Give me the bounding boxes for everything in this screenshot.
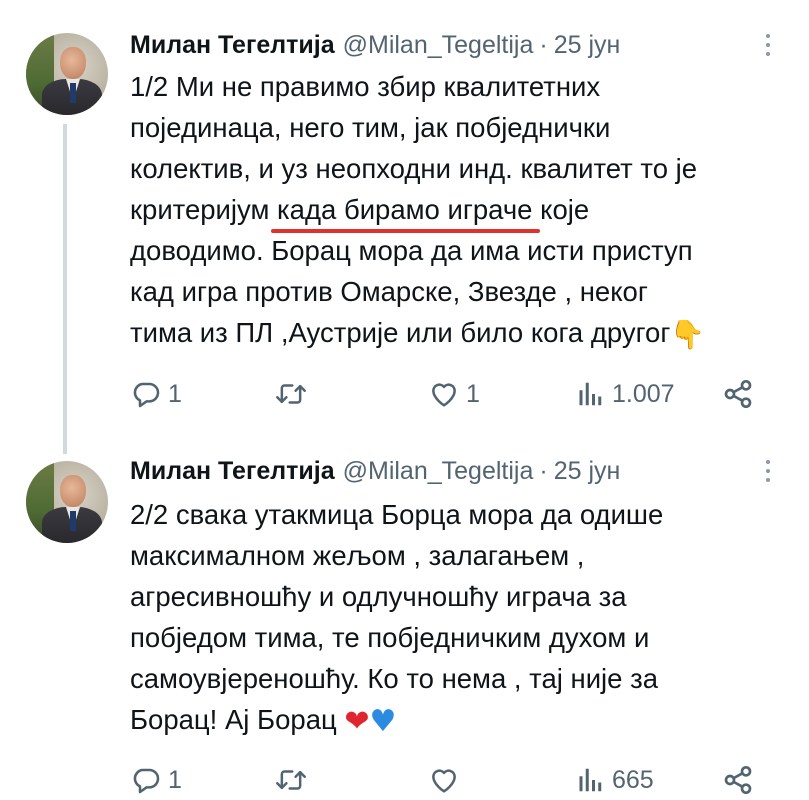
tweet-text-line: тима из ПЛ ,Аустрије или било кога друго… [130, 312, 790, 355]
share-button[interactable] [722, 374, 754, 414]
text-segment: које [532, 194, 590, 225]
tweet-text-line: 1/2 Ми не правимо збир квалитетних [130, 71, 601, 102]
like-button[interactable]: 1 [428, 374, 480, 414]
pointing-down-emoji-icon: 👇 [670, 318, 706, 352]
tweet-text-line: побједом тима, те побједничким духом и [130, 622, 650, 653]
author-name[interactable]: Милан Тегелтија [130, 31, 335, 60]
blue-heart-emoji-icon: ♥ [369, 704, 397, 740]
author-name[interactable]: Милан Тегелтија [130, 457, 335, 486]
retweet-button[interactable] [274, 374, 314, 414]
view-count: 665 [612, 765, 654, 794]
more-icon[interactable] [758, 30, 778, 60]
text-segment: Борац! Ај Борац [130, 704, 345, 735]
tweet-text-line: Борац! Ај Борац ❤♥ [130, 699, 790, 742]
views-icon [579, 768, 602, 792]
reply-icon [133, 382, 160, 408]
tweet-header: Милан Тегелтија @Milan_Tegeltija · 25 ју… [130, 28, 620, 62]
like-icon [432, 769, 456, 793]
timeline: Милан Тегелтија @Milan_Tegeltija · 25 ју… [0, 0, 809, 800]
separator-dot: · [539, 456, 548, 485]
separator-dot: · [539, 30, 548, 59]
tweet-text-line: кад игра против Омарске, Звезде , неког [130, 276, 648, 307]
share-icon [724, 380, 752, 408]
views-icon [579, 382, 602, 406]
tweet-text-line: самоувјереношћу. Ко то нема , тај није з… [130, 663, 659, 694]
avatar[interactable] [26, 33, 108, 115]
text-segment: тима из ПЛ ,Аустрије или било кога друго… [130, 317, 671, 348]
like-button[interactable] [428, 760, 466, 800]
author-handle[interactable]: @Milan_Tegeltija [343, 457, 534, 486]
tweet-text-line: максималном жељом , залагањем , [130, 540, 585, 571]
tweet-header: Милан Тегелтија @Milan_Tegeltija · 25 ју… [130, 454, 620, 488]
tweet-text-line: агресивношћу и одлучношћу играча за [130, 581, 627, 612]
share-button[interactable] [722, 760, 754, 800]
tweet-text-line: 2/2 свака утакмица Борца мора да одише [130, 499, 664, 530]
views-button[interactable]: 665 [578, 760, 654, 800]
avatar[interactable] [26, 461, 108, 543]
tweet-actions: 1 1 1.007 [130, 374, 770, 414]
tweet-date[interactable]: 25 јун [554, 457, 621, 486]
views-button[interactable]: 1.007 [578, 374, 675, 414]
tweet-text: 1/2 Ми не правимо збир квалитетних појед… [130, 66, 790, 355]
reply-button[interactable]: 1 [130, 760, 182, 800]
underlined-phrase: када бирамо играче [277, 194, 533, 225]
reply-icon [133, 768, 160, 794]
tweet-text-line: доводимо. Борац мора да има исти приступ [130, 235, 693, 266]
tweet-text-line: појединаца, него тим, јак побједнички [130, 112, 611, 143]
like-count: 1 [466, 379, 480, 408]
tweet-date[interactable]: 25 јун [554, 31, 621, 60]
reply-count: 1 [168, 765, 182, 794]
reply-button[interactable]: 1 [130, 374, 182, 414]
retweet-icon [276, 384, 306, 404]
reply-count: 1 [168, 379, 182, 408]
tweet[interactable]: Милан Тегелтија @Milan_Tegeltija · 25 ју… [0, 0, 809, 440]
tweet[interactable]: Милан Тегелтија @Milan_Tegeltija · 25 ју… [0, 440, 809, 800]
like-icon [432, 383, 456, 407]
tweet-text-line: колектив, и уз неопходни инд. квалитет т… [130, 153, 698, 184]
text-segment: критеријум [130, 194, 278, 225]
author-handle[interactable]: @Milan_Tegeltija [343, 31, 534, 60]
retweet-button[interactable] [274, 760, 314, 800]
more-icon[interactable] [758, 456, 778, 486]
red-heart-emoji-icon: ❤ [344, 704, 370, 740]
share-icon [724, 766, 752, 794]
tweet-actions: 1 665 [130, 760, 770, 800]
view-count: 1.007 [612, 379, 675, 408]
tweet-text: 2/2 свака утакмица Борца мора да одише м… [130, 494, 790, 742]
tweet-text-line: критеријум када бирамо играче које [130, 189, 790, 230]
retweet-icon [276, 770, 306, 790]
